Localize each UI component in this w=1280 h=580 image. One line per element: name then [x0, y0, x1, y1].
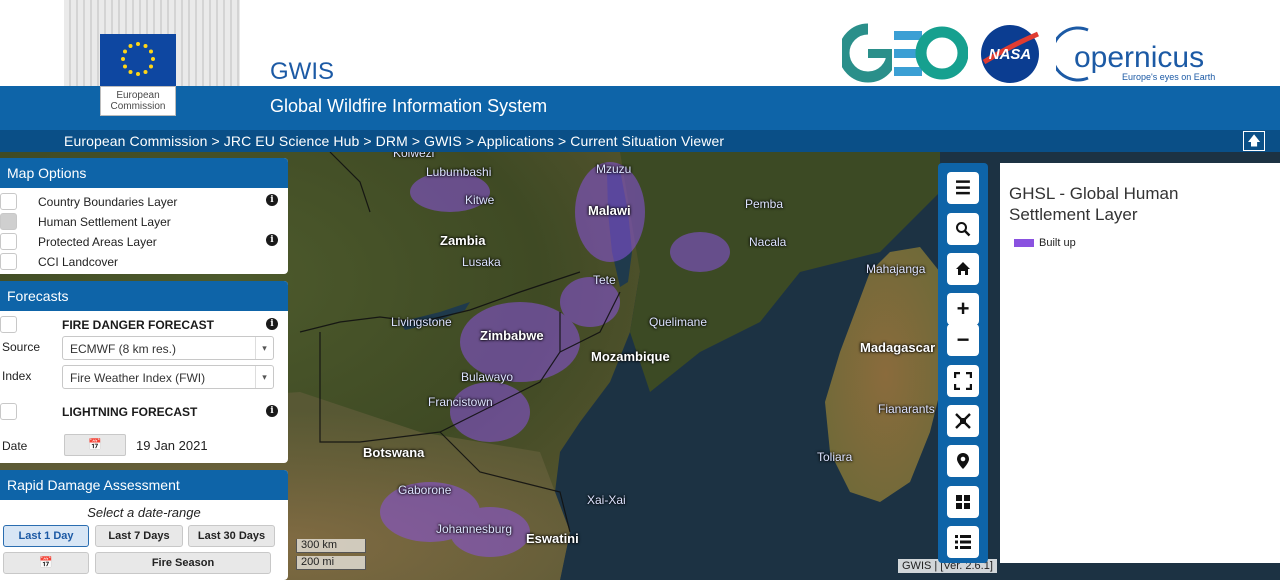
last-30-days-button[interactable]: Last 30 Days [188, 525, 275, 547]
chevron-down-icon: ▾ [255, 337, 273, 359]
map-label-mozambique: Mozambique [591, 349, 670, 364]
map-toolbar: ☰ + − [938, 163, 988, 563]
menu-icon[interactable]: ☰ [947, 172, 979, 204]
cci-landcover-checkbox[interactable] [0, 253, 17, 270]
arrow-up-icon[interactable]: 🡅 [1243, 131, 1265, 151]
map-label-zambia: Zambia [440, 233, 486, 248]
map-label-eswatini: Eswatini [526, 531, 579, 546]
rapid-damage-panel: Rapid Damage Assessment Select a date-ra… [0, 470, 288, 580]
map-label-lubumbashi: Lubumbashi [426, 165, 492, 179]
map-label-botswana: Botswana [363, 445, 425, 460]
map-label-fianarantsoa: Fianarants [878, 402, 935, 416]
legend-item-label: Built up [1039, 237, 1076, 249]
legend-panel: GHSL - Global Human Settlement Layer Bui… [1000, 163, 1280, 563]
map-label-francistown: Francistown [428, 395, 493, 409]
date-value: 19 Jan 2021 [136, 438, 208, 453]
lightning-checkbox[interactable] [0, 403, 17, 420]
layer-label: CCI Landcover [38, 255, 119, 269]
map-label-zimbabwe: Zimbabwe [480, 328, 544, 343]
info-icon[interactable]: i [266, 405, 278, 417]
map-label-nacala: Nacala [749, 235, 787, 249]
copernicus-text: opernicus [1074, 41, 1204, 74]
layer-row-protected-areas[interactable]: Protected Areas Layer i [0, 231, 288, 251]
source-select[interactable]: ECMWF (8 km res.) ▾ [62, 336, 274, 360]
map-label-kolwezi: Kolwezi [393, 152, 435, 160]
protected-areas-checkbox[interactable] [0, 233, 17, 250]
map-label-mzuzu: Mzuzu [596, 162, 632, 176]
app-subtitle: Global Wildfire Information System [270, 96, 548, 116]
zoom-out-icon[interactable]: − [947, 324, 979, 356]
layer-label: Country Boundaries Layer [38, 195, 178, 209]
legend-swatch [1014, 239, 1034, 247]
eu-flag-icon [100, 34, 176, 86]
date-range-prompt: Select a date-range [87, 505, 201, 520]
index-select-value: Fire Weather Index (FWI) [70, 371, 206, 385]
nasa-text: NASA [989, 46, 1032, 63]
lightning-title: LIGHTNING FORECAST [62, 405, 198, 419]
app-title: GWIS [270, 58, 334, 85]
info-icon[interactable]: i [266, 234, 278, 246]
index-select[interactable]: Fire Weather Index (FWI) ▾ [62, 365, 274, 389]
legend-title: GHSL - Global Human Settlement Layer [1009, 184, 1179, 224]
layer-row-human-settlement[interactable]: Human Settlement Layer [0, 211, 288, 231]
calendar-icon[interactable]: 📅 [64, 434, 126, 456]
zoom-extent-icon[interactable] [947, 405, 979, 437]
info-icon[interactable]: i [266, 194, 278, 206]
geo-logo[interactable] [838, 22, 969, 84]
map-label-tete: Tete [593, 273, 616, 287]
map-options-title[interactable]: Map Options [0, 158, 288, 188]
source-select-value: ECMWF (8 km res.) [70, 342, 176, 356]
layer-row-country-boundaries[interactable]: Country Boundaries Layer i [0, 191, 288, 211]
map-label-bulawayo: Bulawayo [461, 370, 514, 384]
rapid-damage-title[interactable]: Rapid Damage Assessment [0, 470, 288, 500]
fire-season-button[interactable]: Fire Season [95, 552, 271, 574]
date-label: Date [2, 439, 28, 453]
map-label-xaixai: Xai-Xai [587, 493, 626, 507]
layer-row-cci-landcover[interactable]: CCI Landcover [0, 251, 288, 271]
location-pin-icon[interactable] [947, 445, 979, 477]
map-label-pemba: Pemba [745, 197, 784, 211]
home-icon[interactable] [947, 253, 979, 285]
last-7-days-button[interactable]: Last 7 Days [95, 525, 183, 547]
scale-bar-mi: 200 mi [296, 556, 366, 570]
source-label: Source [2, 340, 41, 354]
forecasts-panel: Forecasts FIRE DANGER FORECAST i Source … [0, 281, 288, 463]
human-settlement-checkbox[interactable] [0, 213, 17, 230]
country-boundaries-checkbox[interactable] [0, 193, 17, 210]
list-icon[interactable] [947, 526, 979, 558]
map-label-johannesburg: Johannesburg [436, 522, 513, 536]
fire-danger-title: FIRE DANGER FORECAST [62, 318, 215, 332]
breadcrumb[interactable]: European Commission > JRC EU Science Hub… [64, 133, 724, 149]
scale-bar-km: 300 km [296, 539, 366, 553]
map-label-lusaka: Lusaka [462, 255, 501, 269]
copernicus-tagline: Europe's eyes on Earth [1122, 72, 1215, 82]
fullscreen-icon[interactable] [947, 365, 979, 397]
map-label-mahajanga: Mahajanga [866, 262, 926, 276]
copernicus-logo[interactable]: opernicus Europe's eyes on Earth [1050, 22, 1216, 84]
fire-danger-checkbox[interactable] [0, 316, 17, 333]
search-icon[interactable] [947, 213, 979, 245]
map-label-madagascar: Madagascar [860, 340, 936, 355]
map-label-kitwe: Kitwe [465, 193, 495, 207]
map-label-quelimane: Quelimane [649, 315, 708, 329]
last-1-day-button[interactable]: Last 1 Day [3, 525, 89, 547]
map-label-gaborone: Gaborone [398, 483, 452, 497]
nasa-logo[interactable]: NASA [980, 24, 1040, 84]
layer-label: Human Settlement Layer [38, 215, 171, 229]
forecasts-title[interactable]: Forecasts [0, 281, 288, 311]
grid-icon[interactable] [947, 486, 979, 518]
map-label-malawi: Malawi [588, 203, 631, 218]
chevron-down-icon: ▾ [255, 366, 273, 388]
zoom-in-icon[interactable]: + [947, 293, 979, 325]
map-options-panel: Map Options Country Boundaries Layer i H… [0, 158, 288, 274]
map-label-livingstone: Livingstone [391, 315, 452, 329]
calendar-icon[interactable]: 📅 [3, 552, 89, 574]
subtitle-band [0, 86, 1280, 130]
index-label: Index [2, 369, 32, 383]
info-icon[interactable]: i [266, 318, 278, 330]
ec-logo-text[interactable]: European Commission [100, 86, 176, 116]
map-label-toliara: Toliara [817, 450, 853, 464]
layer-label: Protected Areas Layer [38, 235, 157, 249]
